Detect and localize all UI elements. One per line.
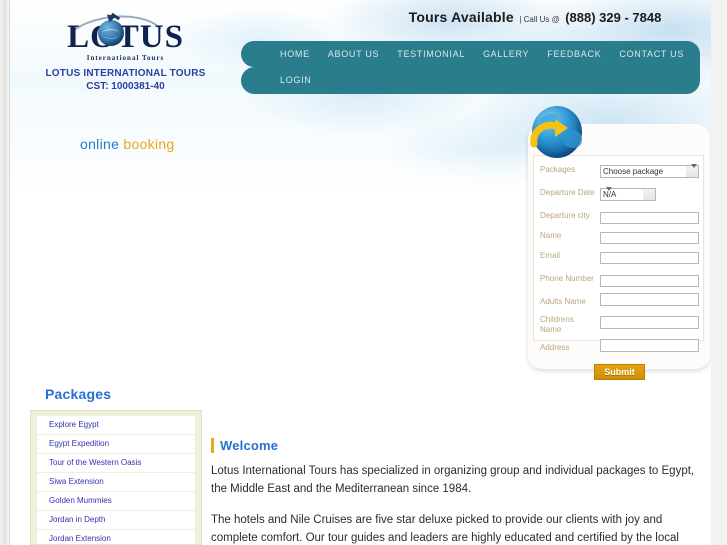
nav-item-home[interactable]: HOME <box>280 49 310 59</box>
form-row-address: Address <box>534 338 705 358</box>
field-name <box>600 227 699 245</box>
nav-item-about-us[interactable]: ABOUT US <box>328 49 379 59</box>
sidebar-item-egypt-expedition[interactable]: Egypt Expedition <box>37 435 195 454</box>
welcome-heading: Welcome <box>211 438 278 453</box>
address-textarea[interactable] <box>600 339 699 352</box>
form-row-departure-date: Departure Date N/A <box>534 180 705 206</box>
label-adults-name: Adults Name <box>540 297 586 306</box>
sidebar-item-tour-of-the-western-oasis[interactable]: Tour of the Western Oasis <box>37 454 195 473</box>
form-row-childrens-name: Childrens Name <box>534 312 705 338</box>
browser-page: LOTUS International Tours LOTUS INTERNAT… <box>0 0 727 545</box>
booking-title-booking: booking <box>123 136 175 152</box>
field-adults-name <box>600 293 699 311</box>
label-phone-number: Phone Number <box>540 274 594 283</box>
label-departure-date: Departure Date <box>540 188 595 197</box>
adults-name-textarea[interactable] <box>600 293 699 306</box>
form-row-departure-city: Departure city <box>534 206 705 226</box>
form-row-email: Email <box>534 246 705 266</box>
label-name: Name <box>540 231 562 240</box>
nav-row-secondary: LOGIN <box>241 67 700 93</box>
online-booking-panel: Packages Choose package Departure Date N… <box>528 124 710 380</box>
nav-item-feedback[interactable]: FEEDBACK <box>547 49 601 59</box>
nav-item-login[interactable]: LOGIN <box>280 75 312 85</box>
nav-item-testimonial[interactable]: TESTIMONIAL <box>397 49 465 59</box>
booking-panel-title: online booking <box>80 136 175 152</box>
globe-icon <box>97 20 124 46</box>
booking-form-container: Packages Choose package Departure Date N… <box>533 155 704 380</box>
form-row-phone-number: Phone Number <box>534 266 705 292</box>
page-canvas: LOTUS International Tours LOTUS INTERNAT… <box>10 0 711 545</box>
label-email: Email <box>540 251 561 260</box>
label-departure-city: Departure city <box>540 211 590 220</box>
logo-mark: LOTUS International Tours <box>46 10 206 62</box>
submit-button[interactable]: Submit <box>594 364 645 380</box>
welcome-title: Welcome <box>220 438 279 453</box>
main-navigation-bar: HOME ABOUT US TESTIMONIAL GALLERY FEEDBA… <box>241 41 711 67</box>
field-packages: Choose package <box>600 161 699 179</box>
packages-select[interactable]: Choose package <box>600 165 699 178</box>
submit-row: Submit <box>534 358 705 382</box>
label-childrens-name: Childrens Name <box>540 315 574 334</box>
tours-available-label: Tours Available <box>408 9 514 25</box>
sidebar-item-golden-mummies[interactable]: Golden Mummies <box>37 492 195 511</box>
field-phone-number <box>600 270 699 288</box>
heading-accent-bar <box>211 438 214 453</box>
sidebar-item-explore-egypt[interactable]: Explore Egypt <box>37 416 195 435</box>
nav-row-primary: HOME ABOUT US TESTIMONIAL GALLERY FEEDBA… <box>241 41 711 67</box>
browser-right-gutter <box>711 0 727 545</box>
childrens-name-textarea[interactable] <box>600 316 699 329</box>
nav-item-contact-us[interactable]: CONTACT US <box>619 49 684 59</box>
welcome-paragraph-2: The hotels and Nile Cruises are five sta… <box>211 514 679 544</box>
curved-arrow-icon <box>530 119 568 148</box>
welcome-body: Lotus International Tours has specialize… <box>211 462 711 545</box>
label-address: Address <box>540 343 570 352</box>
field-departure-date: N/A <box>600 184 656 202</box>
form-row-adults-name: Adults Name <box>534 292 705 312</box>
page-title: Packages <box>45 386 112 402</box>
header-contact-line: Tours Available | Call Us @ (888) 329 - … <box>370 9 700 27</box>
company-cst-number: CST: 1000381-40 <box>86 81 165 92</box>
form-row-packages: Packages Choose package <box>534 160 705 180</box>
booking-globe-icon <box>528 104 584 160</box>
phone-number[interactable]: (888) 329 - 7848 <box>565 10 661 25</box>
welcome-paragraph-1: Lotus International Tours has specialize… <box>211 465 695 495</box>
sidebar-item-jordan-in-depth[interactable]: Jordan in Depth <box>37 511 195 530</box>
field-departure-city <box>600 207 699 225</box>
nav-item-gallery[interactable]: GALLERY <box>483 49 529 59</box>
sidebar-item-jordan-extension[interactable]: Jordan Extension <box>37 530 195 544</box>
departure-city-input[interactable] <box>600 211 699 224</box>
field-address <box>600 339 699 357</box>
company-name: LOTUS INTERNATIONAL TOURS <box>45 68 206 79</box>
packages-list: Explore Egypt Egypt Expedition Tour of t… <box>30 410 202 545</box>
site-logo[interactable]: LOTUS International Tours LOTUS INTERNAT… <box>38 10 213 93</box>
nav-item-request-brochure[interactable]: REQUEST BROCHURE <box>702 49 711 59</box>
email-input[interactable] <box>600 251 699 264</box>
secondary-navigation-bar: LOGIN <box>241 67 700 94</box>
phone-number-input[interactable] <box>600 274 699 287</box>
booking-title-online: online <box>80 136 124 152</box>
field-childrens-name <box>600 316 699 334</box>
field-email <box>600 247 699 265</box>
call-us-label: | Call Us @ <box>519 15 560 24</box>
name-input[interactable] <box>600 231 699 244</box>
booking-form: Packages Choose package Departure Date N… <box>534 156 705 382</box>
logo-wordmark: LOTUS <box>67 19 184 55</box>
sidebar-item-siwa-extension[interactable]: Siwa Extension <box>37 473 195 492</box>
form-row-name: Name <box>534 226 705 246</box>
label-packages: Packages <box>540 165 576 174</box>
departure-date-select[interactable]: N/A <box>600 188 656 201</box>
